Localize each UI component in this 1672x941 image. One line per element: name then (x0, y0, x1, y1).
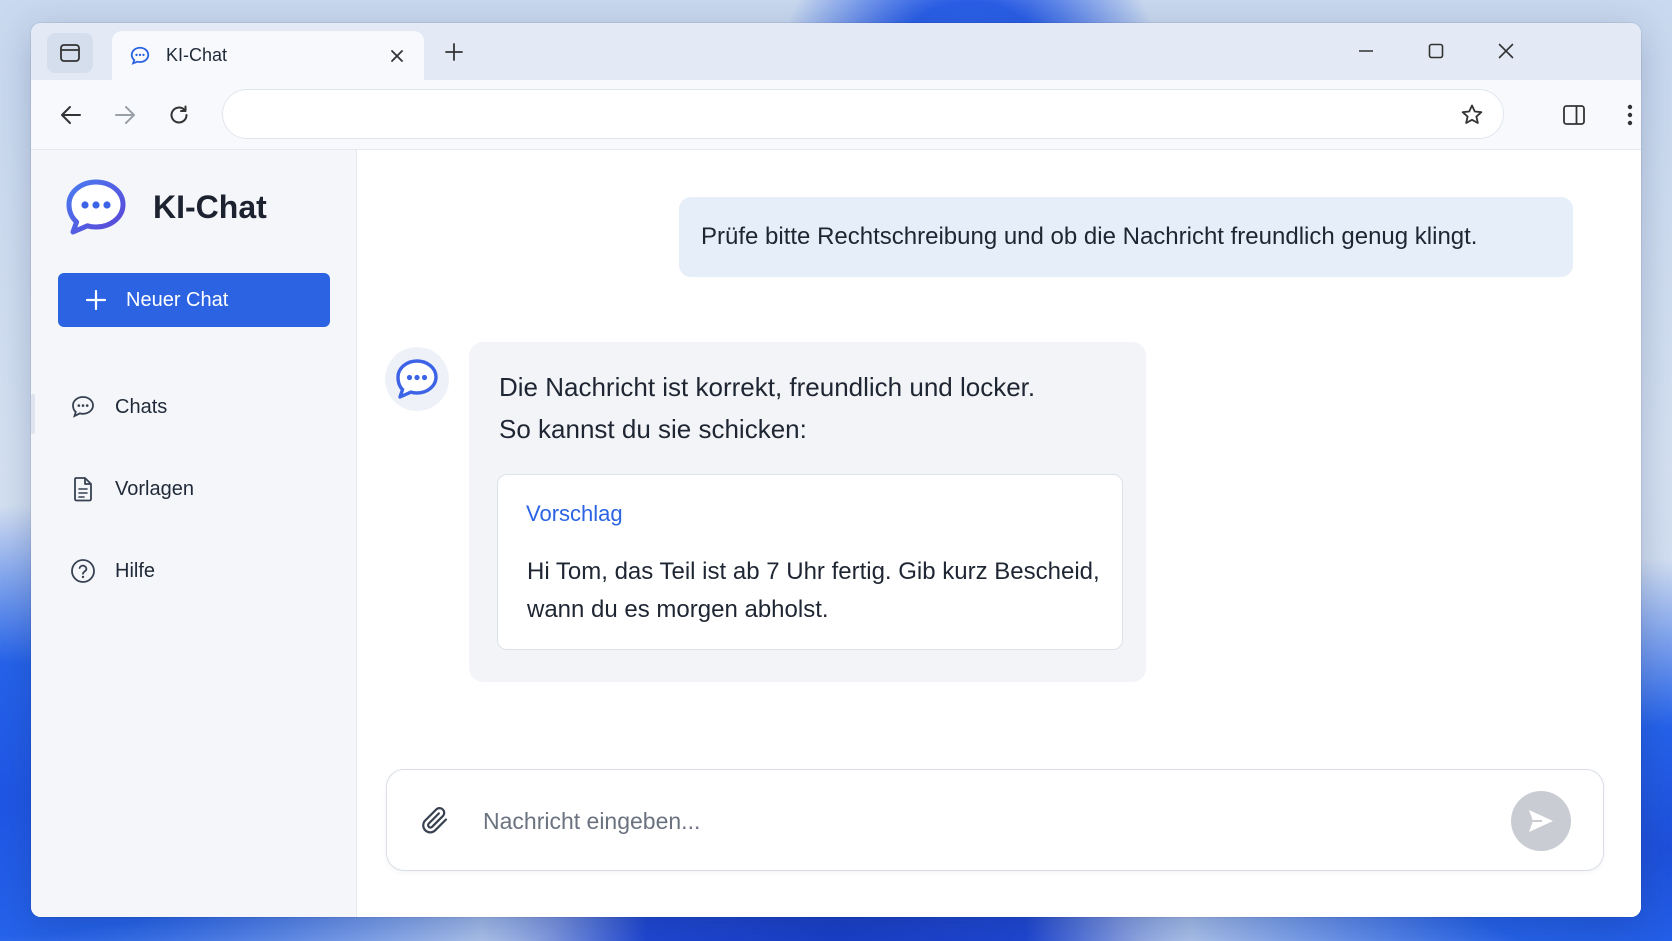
tab-ki-chat[interactable]: KI-Chat (112, 31, 424, 80)
chat-logo-icon (66, 179, 126, 235)
brand: KI-Chat (65, 178, 267, 236)
new-tab-button[interactable] (439, 37, 469, 67)
browser-toolbar (31, 80, 1641, 150)
sidebar-nav: Chats Vorlagen Hilfe (31, 366, 356, 612)
tab-title: KI-Chat (166, 45, 228, 65)
close-icon (391, 49, 403, 62)
tab-panel-button[interactable] (47, 33, 93, 73)
chat-area: Prüfe bitte Rechtschreibung und ob die N… (357, 150, 1641, 917)
chat-bubble-icon (396, 359, 438, 399)
maximize-icon (1428, 43, 1444, 59)
tab-panel-icon (60, 44, 80, 62)
menu-button[interactable] (1614, 99, 1641, 131)
tab-strip: KI-Chat (31, 23, 1641, 80)
message-composer (386, 769, 1604, 871)
help-circle-icon (69, 557, 97, 585)
chat-bubble-icon (128, 44, 152, 68)
maximize-button[interactable] (1416, 35, 1456, 67)
sidebar-item-chats[interactable]: Chats (31, 366, 356, 448)
forward-button[interactable] (109, 99, 141, 131)
document-icon (69, 475, 97, 503)
back-arrow-icon (61, 106, 81, 124)
user-message: Prüfe bitte Rechtschreibung und ob die N… (679, 197, 1573, 277)
sidebar-item-label: Chats (115, 395, 168, 418)
address-input[interactable] (245, 90, 1425, 138)
suggestion-text: Hi Tom, das Teil ist ab 7 Uhr fertig. Gi… (527, 558, 1100, 623)
message-input[interactable] (483, 796, 1483, 846)
address-bar[interactable] (222, 89, 1504, 139)
send-button[interactable] (1511, 791, 1571, 851)
brand-title: KI-Chat (153, 188, 267, 225)
kebab-menu-icon (1627, 104, 1633, 126)
assistant-message-line: So kannst du sie schicken: (499, 414, 807, 444)
assistant-avatar (385, 347, 449, 411)
sidebar-item-hilfe[interactable]: Hilfe (31, 530, 356, 612)
assistant-message-line: Die Nachricht ist korrekt, freundlich un… (499, 372, 1036, 402)
forward-arrow-icon (115, 106, 135, 124)
plus-icon (84, 288, 108, 312)
assistant-message: Die Nachricht ist korrekt, freundlich un… (469, 342, 1146, 682)
sidebar: KI-Chat Neuer Chat Chats Vorlagen Hilfe (31, 150, 357, 917)
paperclip-icon (422, 807, 448, 834)
side-panel-icon (1563, 105, 1585, 125)
plus-icon (445, 43, 463, 61)
star-icon (1461, 104, 1483, 124)
suggestion-title: Vorschlag (526, 501, 623, 526)
sidebar-item-label: Vorlagen (115, 477, 194, 500)
close-tab-button[interactable] (384, 43, 410, 69)
suggestion-card: Vorschlag Hi Tom, das Teil ist ab 7 Uhr … (497, 474, 1123, 650)
side-panel-button[interactable] (1558, 99, 1590, 131)
user-message-text: Prüfe bitte Rechtschreibung und ob die N… (701, 223, 1478, 250)
app-body: KI-Chat Neuer Chat Chats Vorlagen Hilfe … (31, 150, 1641, 917)
back-button[interactable] (55, 99, 87, 131)
new-chat-label: Neuer Chat (126, 288, 229, 311)
attach-button[interactable] (417, 802, 455, 840)
close-window-button[interactable] (1486, 35, 1526, 67)
new-chat-button[interactable]: Neuer Chat (58, 273, 330, 327)
sidebar-item-label: Hilfe (115, 559, 156, 582)
send-icon (1529, 810, 1553, 832)
reload-icon (170, 105, 188, 124)
chat-bubble-icon (69, 393, 97, 421)
browser-window: KI-Chat KI-Chat Neuer Chat Chats Vorlage… (31, 23, 1641, 917)
sidebar-item-vorlagen[interactable]: Vorlagen (31, 448, 356, 530)
minimize-icon (1359, 50, 1373, 52)
minimize-button[interactable] (1346, 35, 1386, 67)
reload-button[interactable] (163, 99, 195, 131)
close-icon (1498, 43, 1514, 59)
bookmark-button[interactable] (1457, 100, 1487, 130)
